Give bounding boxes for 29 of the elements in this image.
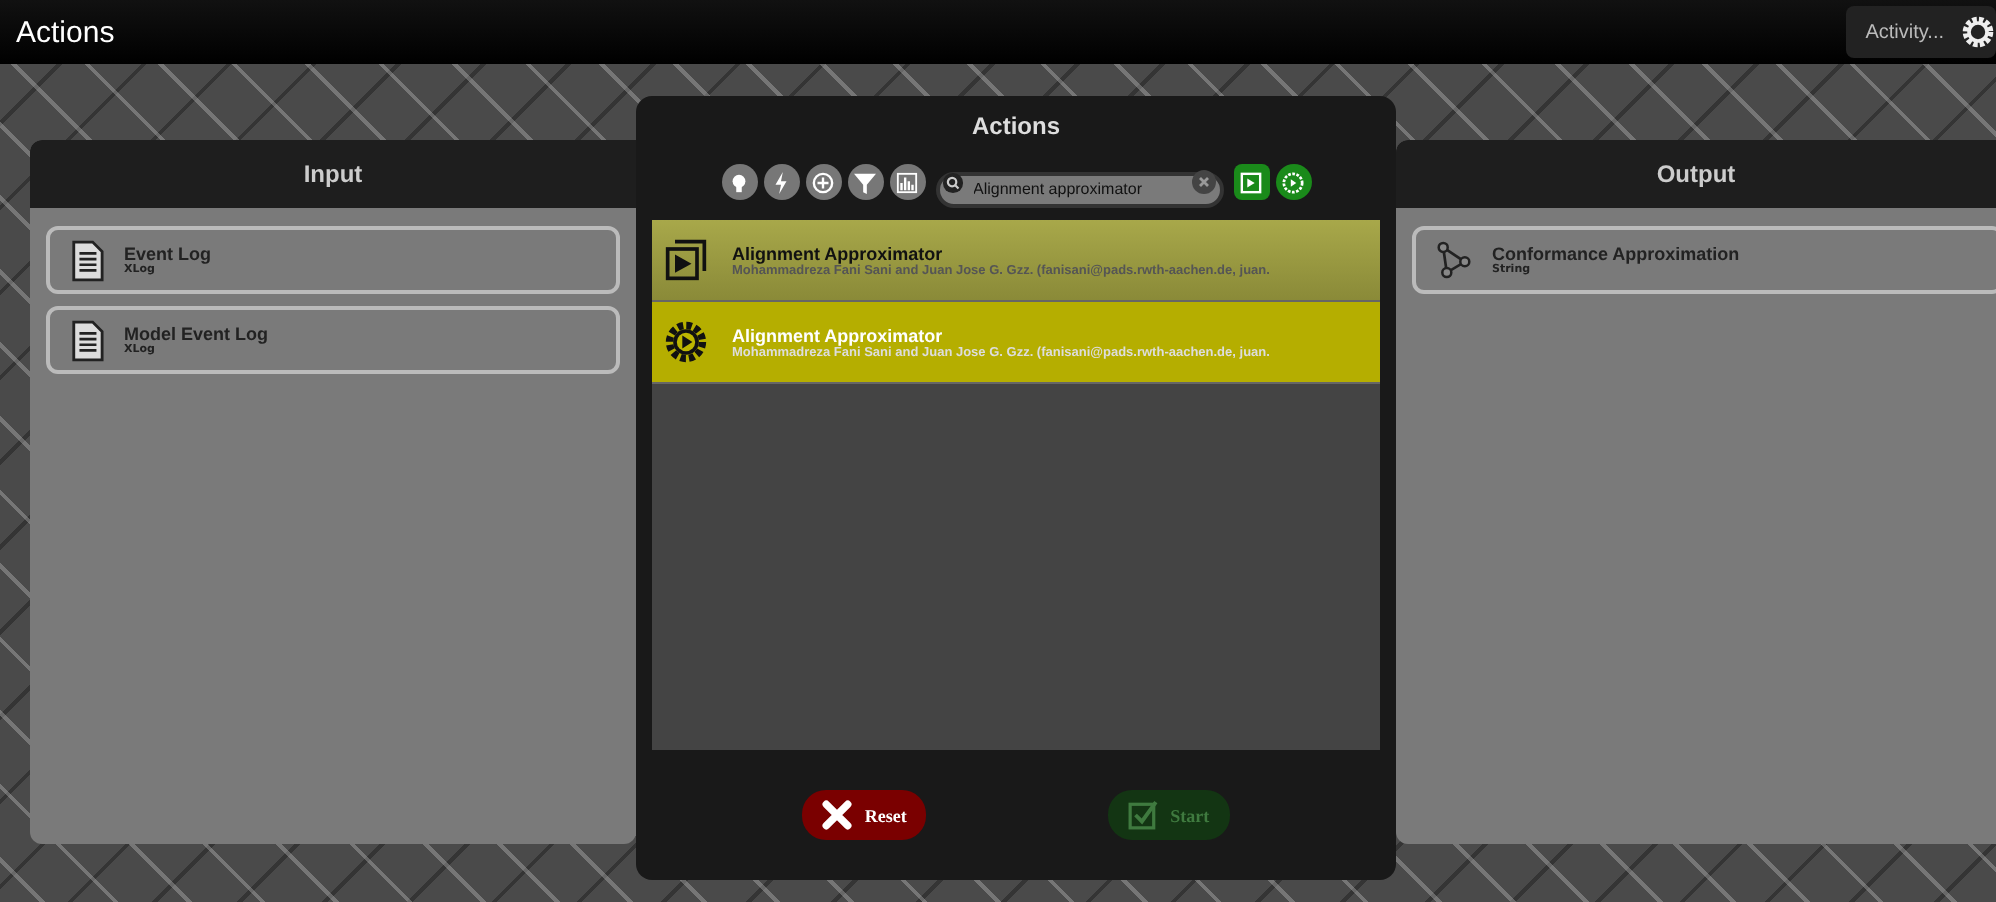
filter-icon[interactable] [847, 164, 883, 200]
search-field[interactable]: Alignment approximator [935, 171, 1223, 207]
clear-icon[interactable] [1191, 170, 1215, 194]
play-window-icon [664, 238, 708, 282]
document-icon [70, 319, 104, 361]
play-gear-icon [664, 320, 708, 364]
chart-icon[interactable] [889, 164, 925, 200]
dialog-title: Actions [969, 110, 1062, 144]
reset-button[interactable]: Reset [802, 790, 927, 840]
gear-icon [1960, 14, 1996, 50]
window-title: Actions [16, 15, 115, 49]
search-icon [941, 171, 963, 193]
lightning-icon[interactable] [763, 164, 799, 200]
action-name: Alignment Approximator [732, 325, 945, 345]
port-name: Event Log [124, 244, 212, 264]
document-icon [70, 239, 104, 281]
checkbox-icon [1128, 800, 1159, 830]
close-icon [822, 800, 853, 830]
activity-button[interactable]: Activity... [1845, 6, 1996, 58]
panel-title: Input [30, 140, 636, 208]
lightbulb-icon[interactable] [721, 164, 757, 200]
action-name: Alignment Approximator [732, 243, 945, 263]
port-name: Conformance Approximation [1492, 244, 1740, 264]
plugin-filter-icon[interactable] [1275, 164, 1311, 200]
panel-title: Output [1396, 140, 1996, 208]
port-name: Model Event Log [124, 324, 268, 344]
graph-icon [1436, 240, 1472, 280]
visualizer-filter-icon[interactable] [1233, 164, 1269, 200]
plus-circle-icon[interactable] [805, 164, 841, 200]
